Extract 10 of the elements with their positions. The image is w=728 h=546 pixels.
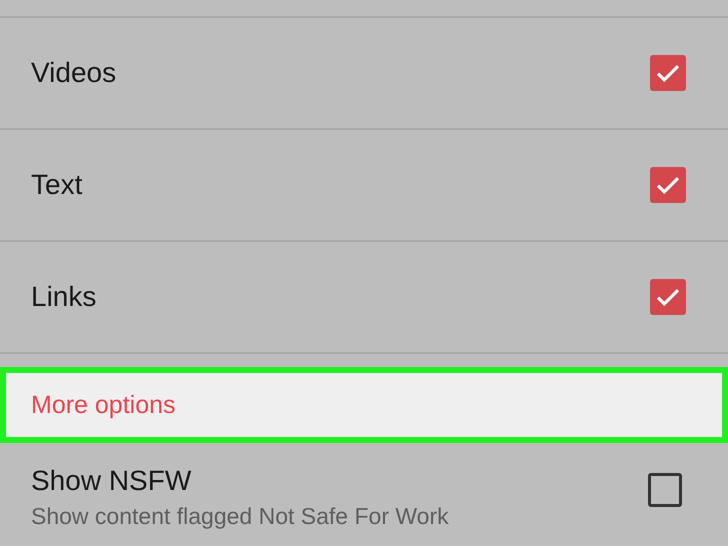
checkbox[interactable] (650, 55, 686, 91)
setting-label: Show NSFW (31, 465, 192, 497)
setting-label: Videos (31, 57, 116, 89)
setting-label: Text (31, 169, 82, 201)
checkbox[interactable] (650, 279, 686, 315)
checkbox[interactable] (650, 167, 686, 203)
setting-label: Links (31, 281, 96, 313)
checkbox[interactable] (648, 473, 682, 507)
setting-description: Show content flagged Not Safe For Work (31, 503, 449, 530)
section-title: More options (31, 390, 176, 420)
